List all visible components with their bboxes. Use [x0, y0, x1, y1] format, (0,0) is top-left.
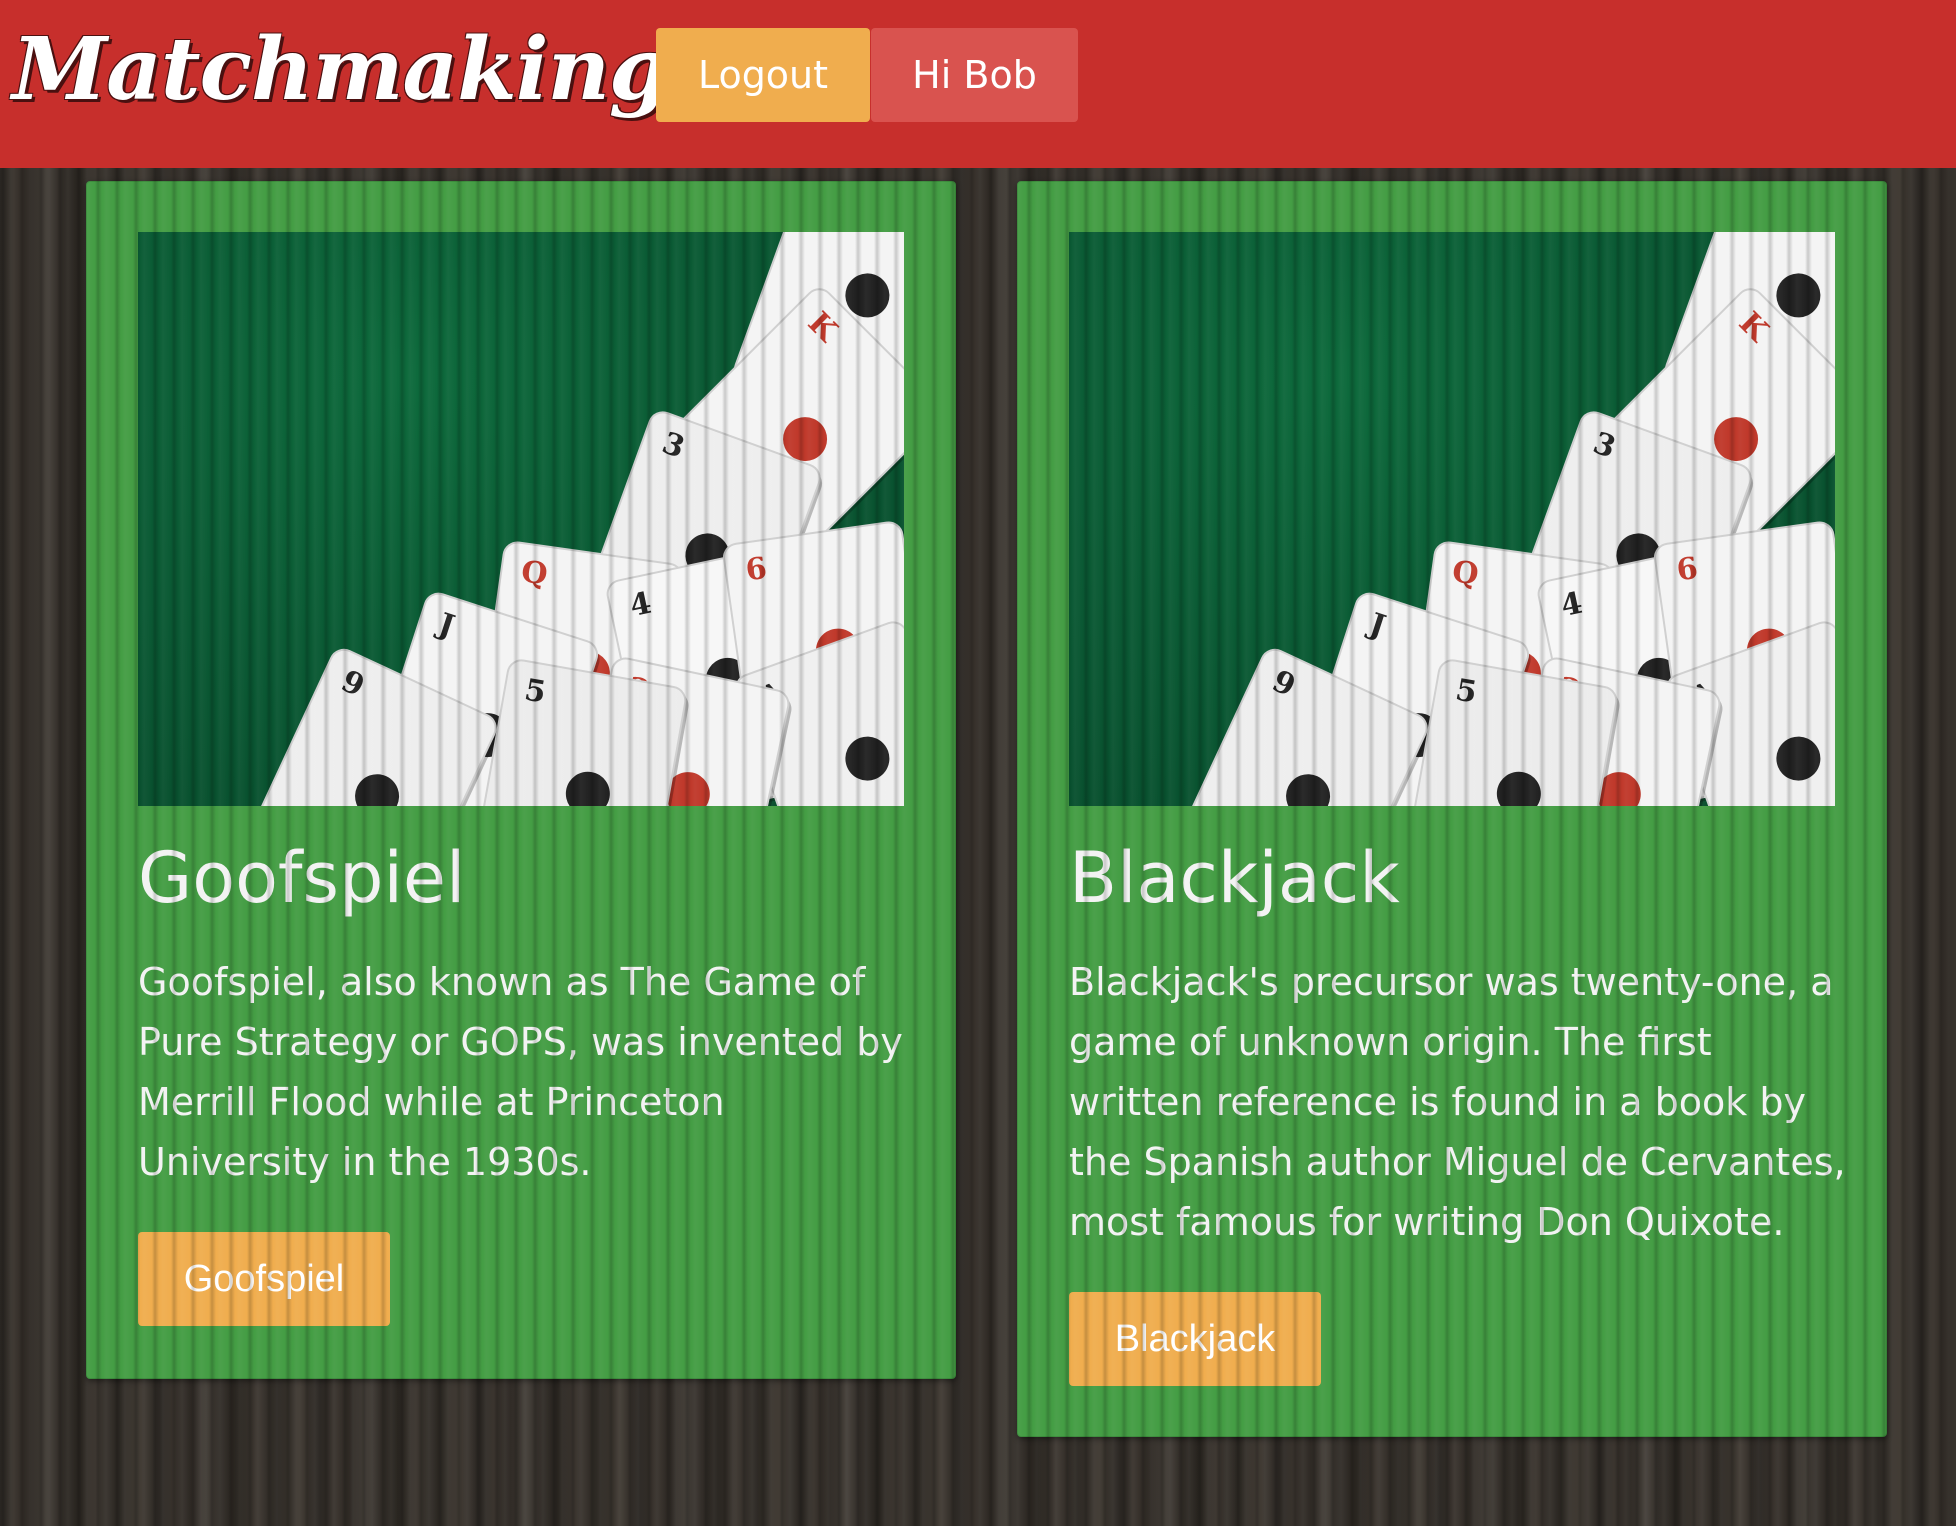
play-goofspiel-button[interactable]: Goofspiel	[138, 1232, 390, 1326]
card-description: Goofspiel, also known as The Game of Pur…	[138, 960, 903, 1184]
greeting-button[interactable]: Hi Bob	[871, 28, 1078, 122]
game-image: AK3QJ946A25	[1069, 232, 1835, 806]
game-card-goofspiel: AK3QJ946A25 Goofspiel Goofspiel, also kn…	[86, 181, 956, 1379]
navbar: Matchmaking Logout Hi Bob	[0, 0, 1956, 168]
card-title: Goofspiel	[138, 837, 466, 919]
play-blackjack-button[interactable]: Blackjack	[1069, 1292, 1321, 1386]
playing-cards-image: AK3QJ946A25	[1168, 232, 1835, 806]
brand-logo[interactable]: Matchmaking	[12, 0, 669, 140]
svg-text:Q: Q	[519, 554, 550, 592]
card-description: Blackjack's precursor was twenty-one, a …	[1069, 960, 1846, 1244]
svg-text:Q: Q	[1450, 554, 1481, 592]
card-title: Blackjack	[1069, 837, 1400, 919]
logout-button[interactable]: Logout	[656, 28, 870, 122]
game-image: AK3QJ946A25	[138, 232, 904, 806]
game-card-blackjack: AK3QJ946A25 Blackjack Blackjack's precur…	[1017, 181, 1887, 1437]
playing-cards-image: AK3QJ946A25	[237, 232, 904, 806]
